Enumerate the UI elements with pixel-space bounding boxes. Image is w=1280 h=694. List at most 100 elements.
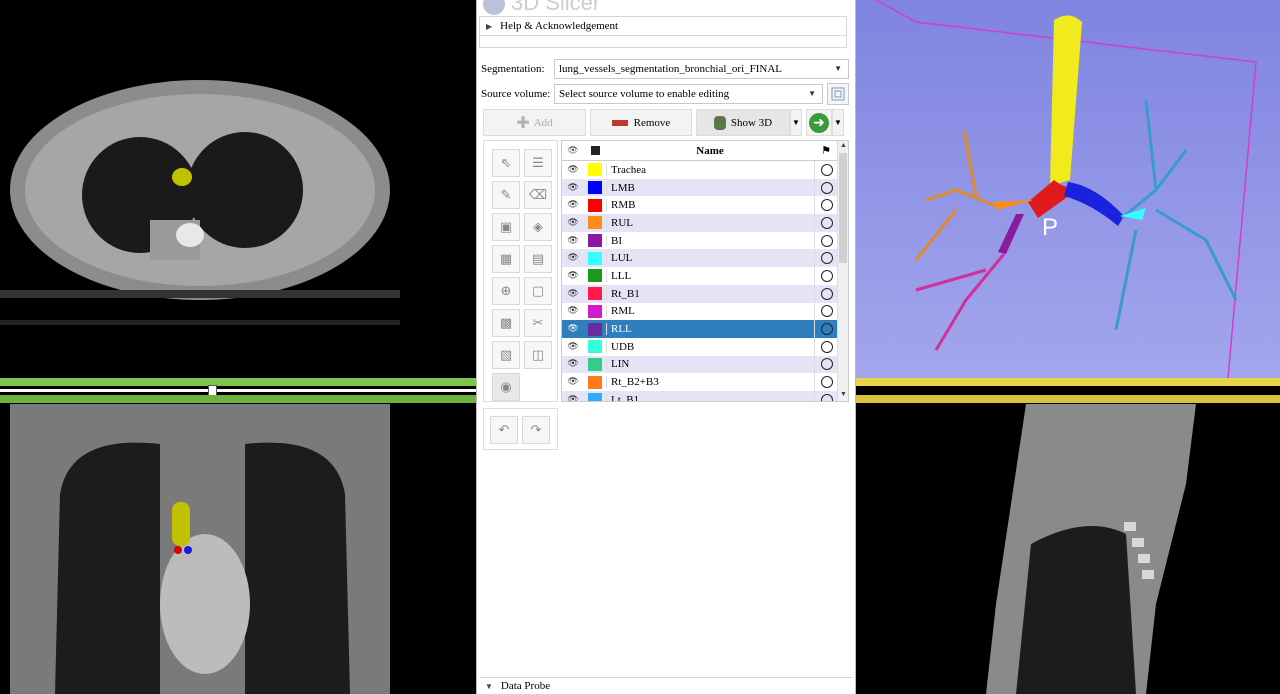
segment-status-icon[interactable] bbox=[814, 267, 838, 285]
segment-name[interactable]: LMB bbox=[606, 181, 814, 194]
eye-icon[interactable]: 👁 bbox=[562, 253, 584, 263]
segment-name[interactable]: LIN bbox=[606, 358, 814, 371]
segment-color-swatch[interactable] bbox=[584, 393, 606, 401]
segmentation-selector[interactable]: lung_vessels_segmentation_bronchial_ori_… bbox=[554, 59, 849, 79]
segment-row[interactable]: 👁 LUL bbox=[562, 249, 838, 268]
segment-status-icon[interactable] bbox=[814, 231, 838, 250]
mask-volume-tool-button[interactable]: ◉ bbox=[492, 373, 520, 401]
segment-color-swatch[interactable] bbox=[584, 322, 606, 336]
scissors-tool-button[interactable]: ✂ bbox=[524, 309, 552, 337]
segment-color-swatch[interactable] bbox=[584, 234, 606, 248]
pointer-tool-button[interactable]: ⇖ bbox=[492, 149, 520, 177]
eye-icon[interactable]: 👁 bbox=[562, 289, 584, 299]
eye-icon[interactable]: 👁 bbox=[562, 200, 584, 210]
eye-icon[interactable]: 👁 bbox=[562, 306, 584, 316]
segment-color-swatch[interactable] bbox=[584, 163, 606, 177]
add-segment-button[interactable]: ✚ Add bbox=[483, 109, 586, 136]
visibility-column-icon[interactable]: 👁 bbox=[562, 145, 584, 156]
segment-color-swatch[interactable] bbox=[584, 216, 606, 230]
segmentations-module-button[interactable]: ➜ bbox=[806, 109, 832, 136]
segment-color-swatch[interactable] bbox=[584, 251, 606, 265]
sagittal-slice-view[interactable] bbox=[856, 404, 1280, 694]
segment-name[interactable]: Rt_B1 bbox=[606, 287, 814, 300]
segment-color-swatch[interactable] bbox=[584, 304, 606, 318]
fill-between-slices-tool-button[interactable]: ▦ bbox=[492, 245, 520, 273]
segment-name[interactable]: LUL bbox=[606, 252, 814, 265]
segment-status-icon[interactable] bbox=[814, 178, 838, 197]
segment-name[interactable]: Trachea bbox=[606, 163, 814, 176]
segment-color-swatch[interactable] bbox=[584, 340, 606, 354]
segment-row[interactable]: 👁 Rt_B2+B3 bbox=[562, 373, 838, 391]
eye-icon[interactable]: 👁 bbox=[562, 395, 584, 401]
segment-name[interactable]: LLL bbox=[606, 269, 814, 282]
eye-icon[interactable]: 👁 bbox=[562, 324, 584, 334]
segment-row[interactable]: 👁 UDB bbox=[562, 337, 838, 356]
axial-slice-view[interactable] bbox=[0, 0, 476, 378]
segment-name[interactable]: RLL bbox=[606, 323, 814, 336]
segment-color-swatch[interactable] bbox=[584, 198, 606, 212]
eye-icon[interactable]: 👁 bbox=[562, 377, 584, 387]
segment-status-icon[interactable] bbox=[814, 390, 838, 401]
axial-slice-controller[interactable] bbox=[0, 378, 476, 404]
logical-operators-tool-button[interactable]: ◫ bbox=[524, 341, 552, 369]
source-volume-options-button[interactable] bbox=[827, 83, 849, 105]
margin-tool-button[interactable]: ⊕ bbox=[492, 277, 520, 305]
undo-button[interactable]: ↶ bbox=[490, 416, 518, 444]
segment-name[interactable]: BI bbox=[606, 234, 814, 247]
segment-row[interactable]: 👁 RML bbox=[562, 302, 838, 321]
segment-status-icon[interactable] bbox=[814, 161, 838, 179]
sagittal-slice-controller[interactable] bbox=[856, 378, 1280, 404]
segment-color-swatch[interactable] bbox=[584, 375, 606, 389]
eye-icon[interactable]: 👁 bbox=[562, 342, 584, 352]
segment-row[interactable]: 👁 LMB bbox=[562, 178, 838, 197]
scroll-up-icon[interactable]: ▲ bbox=[838, 141, 848, 152]
segment-name[interactable]: UDB bbox=[606, 340, 814, 353]
segments-table[interactable]: 👁 Name ⚑ 👁 Trachea 👁 LMB 👁 RMB 👁 RUL 👁 BI 👁 LUL 👁 LLL… bbox=[561, 140, 849, 402]
segment-row[interactable]: 👁 Trachea bbox=[562, 161, 838, 179]
segment-status-icon[interactable] bbox=[814, 284, 838, 303]
eye-icon[interactable]: 👁 bbox=[562, 359, 584, 369]
segment-status-icon[interactable] bbox=[814, 249, 838, 268]
show-3d-dropdown-button[interactable]: ▼ bbox=[790, 109, 802, 136]
threshold-tool-button[interactable]: ▤ bbox=[524, 245, 552, 273]
segment-row[interactable]: 👁 RUL bbox=[562, 214, 838, 232]
scrollbar-thumb[interactable] bbox=[839, 153, 847, 263]
scroll-down-icon[interactable]: ▼ bbox=[838, 390, 848, 401]
segment-color-swatch[interactable] bbox=[584, 357, 606, 371]
segments-scrollbar[interactable]: ▲ ▼ bbox=[837, 141, 848, 401]
segment-status-icon[interactable] bbox=[814, 214, 838, 232]
segment-status-icon[interactable] bbox=[814, 337, 838, 356]
segment-name[interactable]: RML bbox=[606, 305, 814, 318]
segment-row[interactable]: 👁 RMB bbox=[562, 196, 838, 215]
hollow-tool-button[interactable]: ▢ bbox=[524, 277, 552, 305]
level-tracing-tool-button[interactable]: ▣ bbox=[492, 213, 520, 241]
segment-name[interactable]: RUL bbox=[606, 216, 814, 229]
grow-from-seeds-tool-button[interactable]: ◈ bbox=[524, 213, 552, 241]
remove-segment-button[interactable]: Remove bbox=[590, 109, 692, 136]
islands-tool-button[interactable]: ▧ bbox=[492, 341, 520, 369]
segment-status-icon[interactable] bbox=[814, 196, 838, 215]
data-probe-section[interactable]: ▼ Data Probe bbox=[479, 677, 853, 694]
segment-status-icon[interactable] bbox=[814, 320, 838, 338]
show-3d-button[interactable]: Show 3D bbox=[696, 109, 790, 136]
slice-offset-slider[interactable] bbox=[0, 389, 476, 392]
segment-color-swatch[interactable] bbox=[584, 287, 606, 301]
segment-status-icon[interactable] bbox=[814, 302, 838, 321]
segment-color-swatch[interactable] bbox=[584, 269, 606, 283]
segment-status-icon[interactable] bbox=[814, 355, 838, 374]
coronal-slice-view[interactable] bbox=[0, 404, 476, 694]
eye-icon[interactable]: 👁 bbox=[562, 165, 584, 175]
source-volume-selector[interactable]: Select source volume to enable editing ▼ bbox=[554, 84, 823, 104]
segment-status-icon[interactable] bbox=[814, 373, 838, 391]
eye-icon[interactable]: 👁 bbox=[562, 218, 584, 228]
segment-row[interactable]: 👁 LIN bbox=[562, 355, 838, 374]
help-acknowledgement-section[interactable]: ▶ Help & Acknowledgement bbox=[479, 16, 847, 36]
options-dropdown-button[interactable]: ▼ bbox=[832, 109, 844, 136]
name-column-header[interactable]: Name bbox=[606, 145, 814, 157]
redo-button[interactable]: ↷ bbox=[522, 416, 550, 444]
eye-icon[interactable]: 👁 bbox=[562, 236, 584, 246]
draw-tool-button[interactable]: ✎ bbox=[492, 181, 520, 209]
3d-view[interactable]: P bbox=[856, 0, 1280, 378]
segment-name[interactable]: RMB bbox=[606, 199, 814, 212]
segment-row[interactable]: 👁 BI bbox=[562, 231, 838, 250]
